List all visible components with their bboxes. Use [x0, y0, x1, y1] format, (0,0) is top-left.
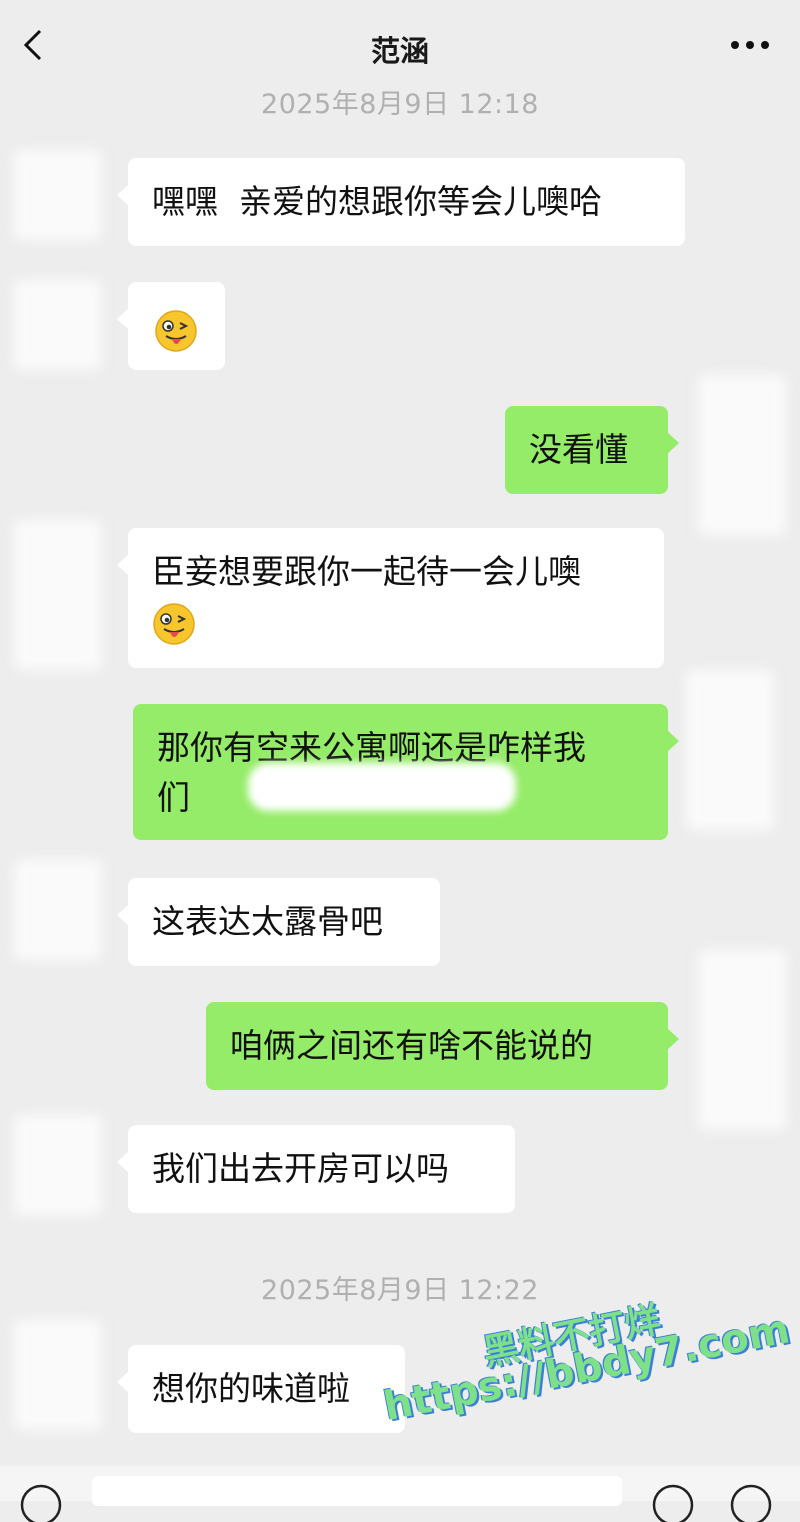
redaction-mark: [248, 763, 516, 811]
voice-icon[interactable]: [18, 1482, 64, 1522]
wink-tongue-emoji-icon: [153, 602, 195, 645]
my-avatar[interactable]: [686, 670, 774, 830]
message-text: 这表达太露骨吧: [152, 902, 383, 941]
message-bubble[interactable]: 想你的味道啦: [117, 1345, 405, 1433]
my-avatar[interactable]: [698, 375, 786, 535]
contact-avatar[interactable]: [14, 860, 102, 960]
contact-avatar[interactable]: [14, 1115, 102, 1215]
message-bubble[interactable]: 臣妾想要跟你一起待一会儿噢: [117, 528, 664, 668]
message-bubble[interactable]: 嘿嘿 亲爱的想跟你等会儿噢哈: [117, 158, 685, 246]
message-bubble[interactable]: [117, 282, 225, 370]
message-bubble[interactable]: 这表达太露骨吧: [117, 878, 440, 966]
contact-avatar[interactable]: [14, 280, 102, 370]
contact-avatar[interactable]: [14, 520, 102, 670]
nav-bar: 范涵: [0, 0, 800, 90]
more-icon[interactable]: [730, 40, 770, 50]
message-bubble[interactable]: 我们出去开房可以吗: [117, 1125, 515, 1213]
my-avatar[interactable]: [698, 950, 786, 1130]
timestamp: 2025年8月9日 12:22: [261, 1275, 539, 1306]
message-text: 想你的味道啦: [152, 1369, 350, 1408]
contact-avatar[interactable]: [14, 150, 102, 240]
contact-avatar[interactable]: [14, 1320, 102, 1430]
message-text: 嘿嘿 亲爱的想跟你等会儿噢哈: [152, 182, 602, 221]
wink-tongue-emoji-icon: [155, 309, 197, 352]
message-input[interactable]: [92, 1476, 622, 1506]
message-text: 咱俩之间还有啥不能说的: [230, 1026, 593, 1065]
input-bar: [0, 1466, 800, 1522]
message-bubble[interactable]: 咱俩之间还有啥不能说的: [206, 1002, 679, 1090]
emoji-icon[interactable]: [650, 1482, 696, 1522]
message-bubble[interactable]: 没看懂: [505, 406, 679, 494]
plus-icon[interactable]: [728, 1482, 774, 1522]
chat-title: 范涵: [370, 34, 429, 68]
message-text: 没看懂: [529, 430, 628, 469]
timestamp: 2025年8月9日 12:18: [261, 89, 539, 120]
message-text: 臣妾想要跟你一起待一会儿噢: [152, 552, 581, 591]
message-text: 我们出去开房可以吗: [152, 1149, 449, 1188]
